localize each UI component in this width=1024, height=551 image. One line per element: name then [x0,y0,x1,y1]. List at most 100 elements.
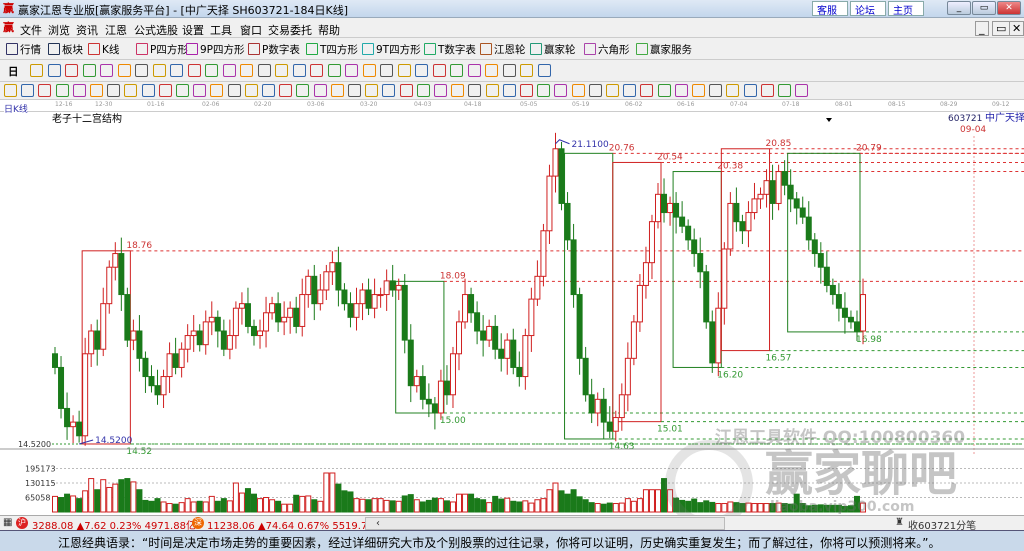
tool-icon[interactable] [330,84,344,97]
tool-icon[interactable] [310,64,323,77]
mdi-close-button[interactable]: ✕ [1009,21,1024,36]
tool-icon[interactable] [55,84,69,97]
tool-icon[interactable] [107,84,121,97]
toolbar-button-t9[interactable]: 9T四方形 [362,42,421,57]
tool-icon[interactable] [348,84,361,97]
tool-icon[interactable] [537,64,551,77]
tool-icon[interactable] [502,84,516,97]
tool-icon[interactable] [450,64,463,77]
toolbar-button-p9[interactable]: 9P四方形 [186,42,245,57]
link-forum[interactable]: 论坛 [850,1,886,17]
calculator-icon[interactable]: ▦ [3,517,12,528]
tool-icon[interactable] [205,64,218,77]
tool-icon[interactable] [158,84,172,97]
tool-icon[interactable] [117,64,131,77]
tool-icon[interactable] [399,84,413,97]
tool-icon[interactable] [210,84,224,97]
toolbar-button-pn[interactable]: P数字表 [248,42,300,57]
tool-icon[interactable] [795,84,809,97]
tool-icon[interactable] [275,64,288,77]
toolbar-button-quote[interactable]: 行情 [6,42,41,57]
tool-icon[interactable] [502,64,516,77]
link-service[interactable]: 客服 [812,1,848,17]
tool-icon[interactable] [397,64,411,77]
period-select[interactable]: 日 [8,64,19,79]
tool-icon[interactable] [257,64,271,77]
tool-icon[interactable] [222,64,236,77]
tool-icon[interactable] [416,84,430,97]
tool-icon[interactable] [657,84,671,97]
minimize-button[interactable]: _ [947,1,971,15]
tool-icon[interactable] [588,84,602,97]
tool-icon[interactable] [485,64,498,77]
menu-gann[interactable]: 江恩 [105,22,127,38]
tool-icon[interactable] [760,84,774,97]
tool-icon[interactable] [65,64,78,77]
menu-tools[interactable]: 工具 [210,22,232,38]
tool-icon[interactable] [434,84,447,97]
menu-formula[interactable]: 公式选股 [134,22,178,38]
menu-trade[interactable]: 交易委托 [268,22,312,38]
tool-icon[interactable] [187,64,201,77]
tool-icon[interactable] [4,84,17,97]
menu-browse[interactable]: 浏览 [48,22,70,38]
menu-settings[interactable]: 设置 [182,22,204,38]
tool-icon[interactable] [292,64,306,77]
tool-icon[interactable] [485,84,499,97]
menu-window[interactable]: 窗口 [240,22,262,38]
tool-icon[interactable] [90,84,103,97]
tool-icon[interactable] [606,84,619,97]
tool-icon[interactable] [47,64,61,77]
toolbar-button-ps[interactable]: P四方形 [136,42,188,57]
tool-icon[interactable] [279,84,293,97]
menu-info[interactable]: 资讯 [76,22,98,38]
tool-icon[interactable] [726,84,740,97]
tool-icon[interactable] [520,64,533,77]
tool-icon[interactable] [72,84,86,97]
tool-icon[interactable] [709,84,723,97]
tool-icon[interactable] [345,64,358,77]
link-home[interactable]: 主页 [888,1,924,17]
tool-icon[interactable] [468,84,482,97]
tool-icon[interactable] [415,64,428,77]
tool-icon[interactable] [152,64,166,77]
tool-icon[interactable] [240,64,253,77]
tool-icon[interactable] [327,64,341,77]
mdi-restore-button[interactable]: ▭ [992,21,1011,36]
tool-icon[interactable] [135,64,148,77]
toolbar-button-ts[interactable]: T四方形 [306,42,358,57]
tool-icon[interactable] [623,84,637,97]
restore-button[interactable]: ▭ [972,1,996,15]
tool-icon[interactable] [244,84,258,97]
tool-icon[interactable] [692,84,705,97]
tool-icon[interactable] [743,84,757,97]
tool-icon[interactable] [554,84,568,97]
tool-icon[interactable] [124,84,138,97]
toolbar-button-hexagon[interactable]: 六角形 [584,42,630,57]
tool-icon[interactable] [170,64,183,77]
toolbar-button-dollar[interactable]: 赢家服务 [636,42,692,57]
tool-icon[interactable] [365,84,379,97]
tool-icon[interactable] [82,64,96,77]
horizontal-scrollbar[interactable]: ‹ [365,517,725,530]
tool-icon[interactable] [674,84,688,97]
toolbar-button-gann-wheel[interactable]: 江恩轮 [480,42,526,57]
tool-icon[interactable] [262,84,275,97]
menu-file[interactable]: 文件 [20,22,42,38]
tool-icon[interactable] [451,84,465,97]
tool-icon[interactable] [432,64,446,77]
tool-icon[interactable] [313,84,327,97]
close-button[interactable]: ✕ [997,1,1021,15]
tool-icon[interactable] [141,84,155,97]
tool-icon[interactable] [100,64,113,77]
tool-icon[interactable] [176,84,189,97]
tool-icon[interactable] [296,84,310,97]
tool-icon[interactable] [382,84,396,97]
tool-icon[interactable] [380,64,393,77]
tool-icon[interactable] [537,84,551,97]
tool-icon[interactable] [227,84,241,97]
tool-icon[interactable] [38,84,52,97]
tool-icon[interactable] [21,84,35,97]
tool-icon[interactable] [778,84,791,97]
tool-icon[interactable] [467,64,481,77]
